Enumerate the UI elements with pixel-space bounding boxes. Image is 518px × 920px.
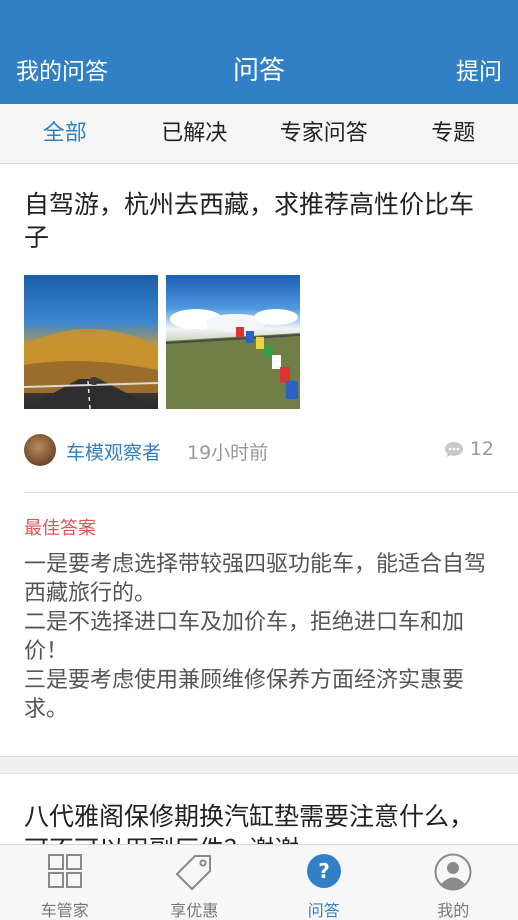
bottom-nav: 车管家 享优惠 ? 问答 我的 <box>0 844 518 920</box>
nav-label: 车管家 <box>40 901 89 920</box>
filter-tabs: 全部 已解决 专家问答 专题 <box>0 104 518 164</box>
card-separator <box>0 756 518 774</box>
tag-icon <box>176 855 212 890</box>
answer-line: 三是要考虑使用兼顾维修保养方面经济实惠要求。 <box>24 668 465 722</box>
tab-expert[interactable]: 专家问答 <box>259 104 389 163</box>
ask-question-button[interactable]: 提问 <box>456 52 502 86</box>
question-card[interactable]: 八代雅阁保修期换汽缸垫需要注意什么，可不可以用副厂件？谢谢 <box>0 774 518 844</box>
top-bar: 我的问答 问答 提问 <box>0 0 518 104</box>
prayer-flags-photo[interactable] <box>166 275 300 409</box>
svg-text:?: ? <box>318 859 330 883</box>
nav-label: 问答 <box>307 901 340 920</box>
question-meta: 车模观察者 19小时前 12 <box>24 432 494 468</box>
answer-line: 一是要考虑选择带较强四驱功能车，能适合自驾西藏旅行的。 <box>24 552 487 606</box>
grid-icon <box>47 854 82 888</box>
tab-topics[interactable]: 专题 <box>389 104 518 163</box>
post-time: 19小时前 <box>187 442 269 464</box>
avatar[interactable] <box>24 434 56 466</box>
best-answer-text[interactable]: 一是要考虑选择带较强四驱功能车，能适合自驾西藏旅行的。 二是不选择进口车及加价车… <box>24 550 494 724</box>
nav-label: 享优惠 <box>170 901 219 920</box>
question-title[interactable]: 八代雅阁保修期换汽缸垫需要注意什么，可不可以用副厂件？谢谢 <box>24 800 498 844</box>
comment-icon <box>445 442 463 457</box>
nav-label: 我的 <box>437 901 470 920</box>
question-icon: ? <box>306 854 341 888</box>
answer-line: 二是不选择进口车及加价车，拒绝进口车和加价！ <box>24 610 465 664</box>
question-card[interactable]: 自驾游，杭州去西藏，求推荐高性价比车子 车模观察者 19小时前 12 最佳答案 … <box>0 164 518 756</box>
divider <box>24 492 518 493</box>
page-title: 问答 <box>232 56 285 86</box>
author-name[interactable]: 车模观察者 <box>66 438 161 465</box>
comment-count: 12 <box>469 438 494 460</box>
nav-me[interactable]: 我的 <box>389 845 518 920</box>
user-icon <box>434 853 472 891</box>
desert-road-photo[interactable] <box>24 275 158 409</box>
question-title[interactable]: 自驾游，杭州去西藏，求推荐高性价比车子 <box>24 188 498 254</box>
nav-deals[interactable]: 享优惠 <box>130 845 260 920</box>
best-answer-label: 最佳答案 <box>24 518 96 539</box>
nav-car-manager[interactable]: 车管家 <box>0 845 130 920</box>
nav-qa[interactable]: ? 问答 <box>259 845 389 920</box>
tab-all[interactable]: 全部 <box>0 104 130 163</box>
tab-solved[interactable]: 已解决 <box>130 104 260 163</box>
